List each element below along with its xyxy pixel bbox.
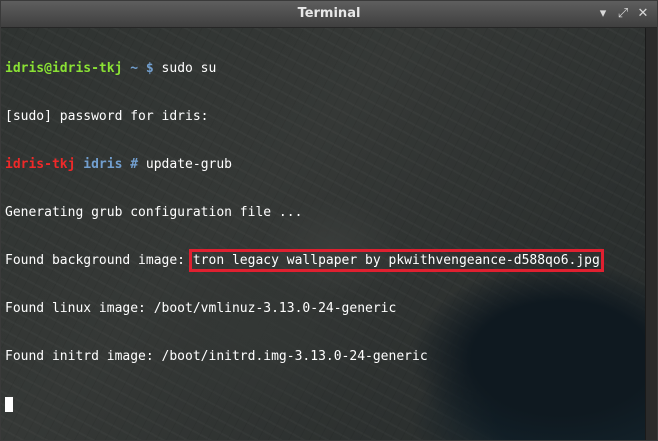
command-text: sudo su (161, 61, 217, 76)
close-icon[interactable]: ✕ (635, 6, 651, 22)
prompt-user-host: idris@idris-tkj (5, 61, 123, 76)
terminal-output: idris@idris-tkj ~ $ sudo su [sudo] passw… (5, 29, 645, 440)
output-text: [sudo] password for idris: (5, 109, 209, 124)
prompt-path: ~ $ (130, 61, 154, 76)
highlighted-filename: tron legacy wallpaper by pkwithvengeance… (188, 249, 604, 272)
maximize-icon[interactable]: ⤢ (615, 6, 631, 22)
terminal-line: idris@idris-tkj ~ $ sudo su (5, 61, 645, 77)
command-text: update-grub (145, 157, 232, 172)
terminal-line: Found background image: tron legacy wall… (5, 249, 645, 272)
terminal-line (5, 397, 645, 413)
window-title: Terminal (297, 6, 361, 21)
scrollbar[interactable] (645, 28, 657, 440)
output-text: Found linux image: /boot/vmlinuz-3.13.0-… (5, 301, 397, 316)
output-text: Found background image: (5, 253, 193, 268)
terminal-line: Generating grub configuration file ... (5, 205, 645, 221)
prompt-path: idris # (83, 157, 139, 172)
terminal-line: idris-tkj idris # update-grub (5, 157, 645, 173)
minimize-icon[interactable]: ▾ (595, 6, 611, 22)
terminal-area[interactable]: idris@idris-tkj ~ $ sudo su [sudo] passw… (1, 28, 645, 440)
output-text: Generating grub configuration file ... (5, 205, 303, 220)
terminal-line: Found initrd image: /boot/initrd.img-3.1… (5, 349, 645, 365)
terminal-line: Found linux image: /boot/vmlinuz-3.13.0-… (5, 301, 645, 317)
terminal-window: Terminal ▾ ⤢ ✕ idris@idris-tkj ~ $ sudo … (0, 0, 658, 441)
output-text: Found initrd image: /boot/initrd.img-3.1… (5, 349, 428, 364)
text-cursor (5, 397, 13, 412)
title-bar[interactable]: Terminal ▾ ⤢ ✕ (1, 1, 657, 28)
prompt-root-host: idris-tkj (5, 157, 76, 172)
terminal-line: [sudo] password for idris: (5, 109, 645, 125)
